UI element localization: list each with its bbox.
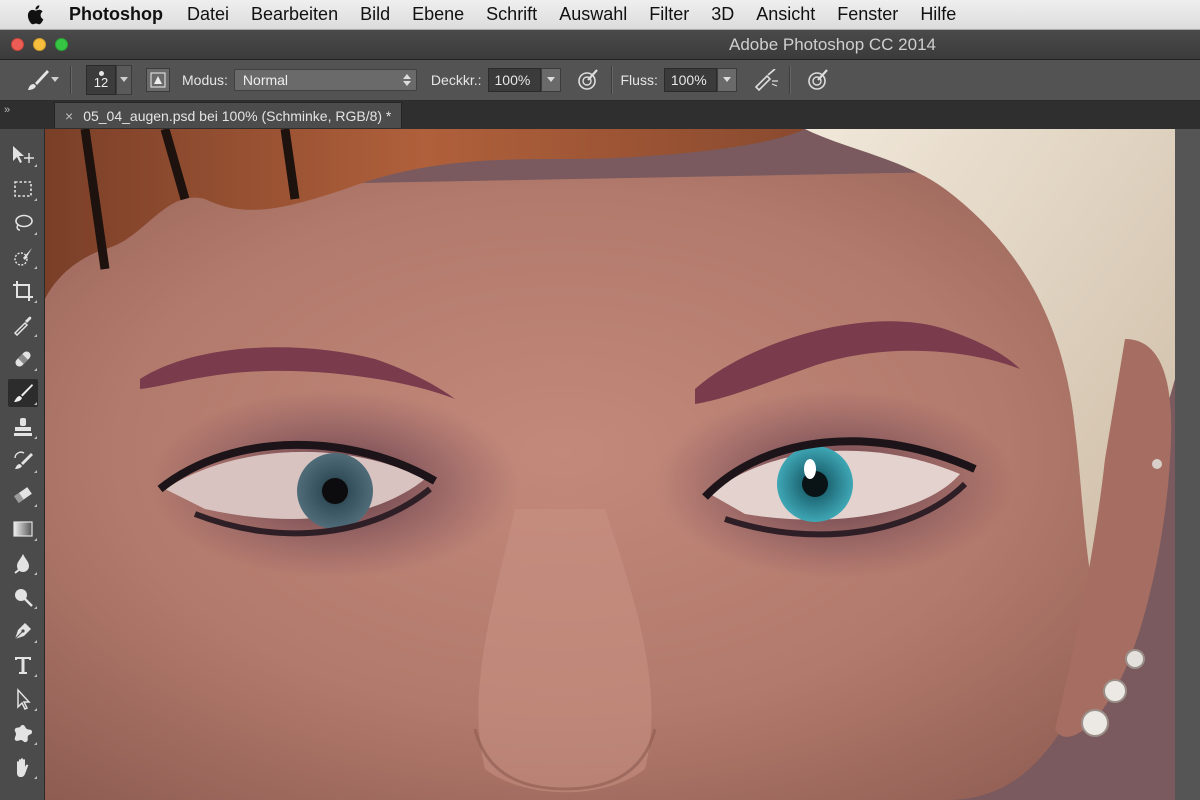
tab-close-button[interactable]: × bbox=[65, 108, 73, 124]
brush-tool-icon bbox=[14, 384, 33, 402]
tool-blur[interactable] bbox=[8, 549, 38, 577]
pressure-size-icon bbox=[808, 69, 828, 90]
menu-auswahl[interactable]: Auswahl bbox=[559, 4, 627, 25]
tool-clone-stamp[interactable] bbox=[8, 413, 38, 441]
window-close-button[interactable] bbox=[11, 38, 24, 51]
menu-hilfe[interactable]: Hilfe bbox=[920, 4, 956, 25]
flow-label: Fluss: bbox=[620, 72, 658, 88]
menu-fenster[interactable]: Fenster bbox=[837, 4, 898, 25]
tool-healing-brush[interactable] bbox=[8, 345, 38, 373]
divider bbox=[788, 66, 791, 94]
chevron-down-icon bbox=[722, 77, 731, 82]
opacity-dropdown[interactable] bbox=[540, 68, 561, 92]
pen-tool-icon bbox=[14, 623, 31, 640]
blur-tool-icon bbox=[14, 554, 29, 574]
pressure-size-button[interactable] bbox=[803, 65, 833, 95]
menu-bearbeiten[interactable]: Bearbeiten bbox=[251, 4, 338, 25]
crop-tool-icon bbox=[13, 281, 33, 301]
window-zoom-button[interactable] bbox=[55, 38, 68, 51]
tool-preset-picker[interactable] bbox=[22, 63, 62, 97]
tools-panel bbox=[0, 129, 45, 800]
menu-photoshop[interactable]: Photoshop bbox=[69, 4, 163, 25]
airbrush-icon bbox=[754, 69, 778, 91]
opacity-value: 100% bbox=[494, 72, 531, 88]
tool-gradient[interactable] bbox=[8, 515, 38, 543]
menu-filter[interactable]: Filter bbox=[649, 4, 689, 25]
mode-select[interactable]: Normal bbox=[233, 69, 417, 91]
options-bar: 12 Modus: Normal Deckkr.: 100% Fluss: 10… bbox=[0, 60, 1200, 101]
tool-eraser[interactable] bbox=[8, 481, 38, 509]
chevron-down-icon bbox=[51, 77, 59, 82]
brush-panel-toggle[interactable] bbox=[146, 68, 170, 92]
tool-lasso[interactable] bbox=[8, 209, 38, 237]
menu-schrift[interactable]: Schrift bbox=[486, 4, 537, 25]
mode-value: Normal bbox=[242, 72, 289, 88]
document-tab-title: 05_04_augen.psd bei 100% (Schminke, RGB/… bbox=[83, 107, 392, 124]
tool-eyedropper[interactable] bbox=[8, 311, 38, 339]
quick-selection-tool-icon bbox=[14, 248, 32, 266]
brush-size-picker[interactable]: 12 bbox=[86, 65, 116, 95]
select-arrows-icon bbox=[402, 74, 411, 86]
brush-icon bbox=[28, 70, 49, 90]
document-tab[interactable]: × 05_04_augen.psd bei 100% (Schminke, RG… bbox=[54, 102, 403, 128]
tool-pen[interactable] bbox=[8, 617, 38, 645]
healing-brush-tool-icon bbox=[15, 351, 31, 367]
menu-bild[interactable]: Bild bbox=[360, 4, 390, 25]
tool-move[interactable] bbox=[8, 141, 38, 169]
path-selection-tool-icon bbox=[17, 688, 31, 710]
brush-size-value: 12 bbox=[93, 75, 109, 90]
menu-3d[interactable]: 3D bbox=[711, 4, 734, 25]
pressure-opacity-button[interactable] bbox=[573, 65, 603, 95]
menu-datei[interactable]: Datei bbox=[187, 4, 229, 25]
hand-tool-icon bbox=[17, 758, 29, 777]
tool-dodge[interactable] bbox=[8, 583, 38, 611]
pressure-opacity-icon bbox=[577, 69, 598, 90]
document-canvas[interactable] bbox=[45, 129, 1175, 800]
gradient-tool-icon bbox=[13, 521, 33, 537]
window-title-bar: Adobe Photoshop CC 2014 bbox=[0, 30, 1200, 60]
tool-history-brush[interactable] bbox=[8, 447, 38, 475]
flow-dropdown[interactable] bbox=[716, 68, 737, 92]
eraser-tool-icon bbox=[14, 487, 32, 503]
tool-hand[interactable] bbox=[8, 753, 38, 781]
type-tool-icon bbox=[15, 657, 31, 674]
history-brush-tool-icon bbox=[14, 451, 33, 469]
lasso-tool-icon bbox=[15, 214, 33, 231]
window-title: Adobe Photoshop CC 2014 bbox=[729, 35, 936, 54]
divider bbox=[610, 66, 613, 94]
divider bbox=[70, 66, 72, 94]
menu-ansicht[interactable]: Ansicht bbox=[756, 4, 815, 25]
flow-input[interactable]: 100% bbox=[663, 68, 717, 92]
tool-custom-shape[interactable] bbox=[8, 719, 38, 747]
dodge-tool-icon bbox=[15, 589, 33, 607]
tool-type[interactable] bbox=[8, 651, 38, 679]
opacity-input[interactable]: 100% bbox=[487, 68, 541, 92]
apple-icon[interactable] bbox=[25, 4, 45, 26]
clone-stamp-tool-icon bbox=[14, 418, 32, 436]
marquee-tool-icon bbox=[14, 181, 32, 197]
custom-shape-tool-icon bbox=[14, 725, 32, 743]
tool-brush[interactable] bbox=[8, 379, 38, 407]
canvas-right-edge bbox=[1175, 129, 1200, 800]
chevron-down-icon bbox=[546, 77, 555, 82]
brush-panel-icon bbox=[150, 72, 166, 88]
collapse-panels-button[interactable]: » bbox=[4, 104, 10, 116]
menu-bar: Photoshop Datei Bearbeiten Bild Ebene Sc… bbox=[0, 0, 1200, 30]
flow-value: 100% bbox=[670, 72, 707, 88]
mode-label: Modus: bbox=[182, 72, 228, 88]
tool-marquee[interactable] bbox=[8, 175, 38, 203]
window-minimize-button[interactable] bbox=[33, 38, 46, 51]
menu-ebene[interactable]: Ebene bbox=[412, 4, 464, 25]
tool-quick-selection[interactable] bbox=[8, 243, 38, 271]
chevron-down-icon bbox=[120, 77, 128, 82]
photo-image bbox=[45, 129, 1175, 800]
airbrush-button[interactable] bbox=[751, 65, 781, 95]
eyedropper-tool-icon bbox=[13, 316, 32, 336]
opacity-label: Deckkr.: bbox=[430, 72, 482, 88]
tool-path-selection[interactable] bbox=[8, 685, 38, 713]
move-tool-icon bbox=[13, 146, 34, 163]
brush-size-dropdown[interactable] bbox=[116, 65, 132, 95]
tool-crop[interactable] bbox=[8, 277, 38, 305]
